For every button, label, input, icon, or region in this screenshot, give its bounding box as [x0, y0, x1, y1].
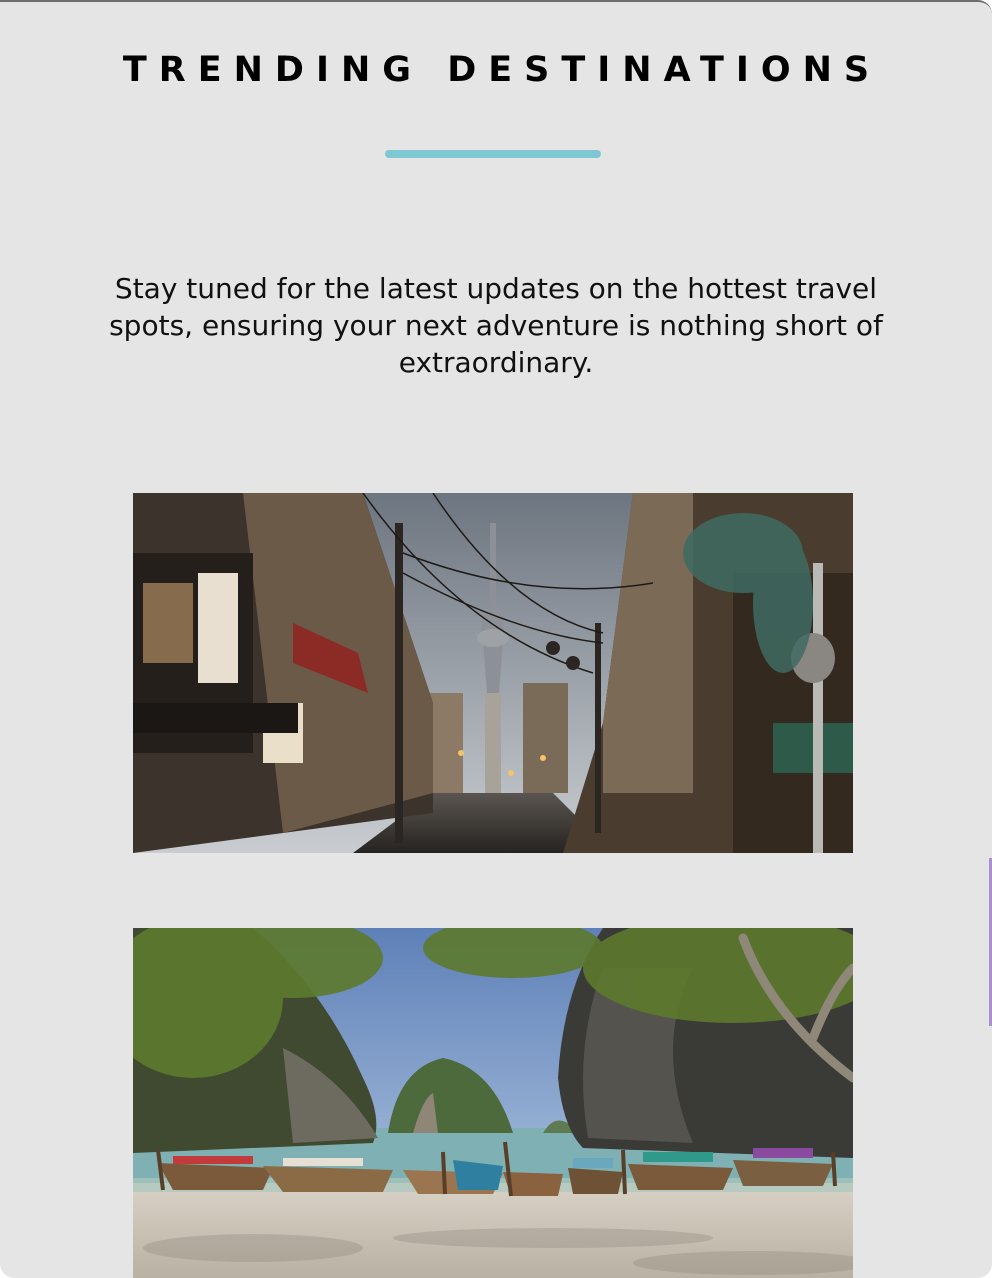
- beach-boats-image[interactable]: [133, 928, 853, 1278]
- city-street-illustration: [133, 493, 853, 853]
- section-title: TRENDING DESTINATIONS: [122, 50, 882, 90]
- beach-boats-illustration: [133, 928, 853, 1278]
- city-street-image[interactable]: [133, 493, 853, 853]
- section-intro: Stay tuned for the latest updates on the…: [109, 272, 883, 379]
- trending-destinations-section: TRENDING DESTINATIONS Stay tuned for the…: [0, 0, 992, 1278]
- title-divider: [385, 150, 601, 158]
